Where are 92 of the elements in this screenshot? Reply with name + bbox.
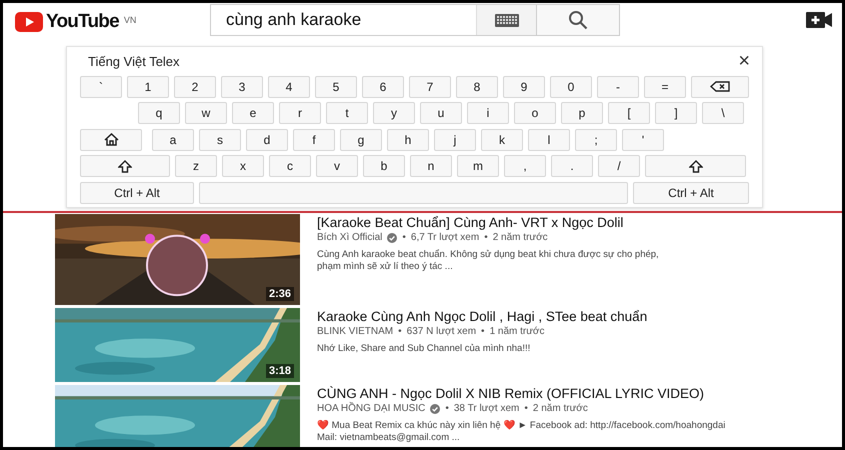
separator-dot: • xyxy=(481,326,485,338)
channel-name[interactable]: Bích Xì Official xyxy=(317,232,382,244)
ctrl-alt-key[interactable]: Ctrl + Alt xyxy=(633,182,749,204)
keyboard-key[interactable]: r xyxy=(279,102,321,124)
keyboard-key[interactable]: - xyxy=(597,76,639,98)
keyboard-key[interactable]: x xyxy=(222,155,264,177)
keyboard-key[interactable]: f xyxy=(293,128,335,150)
keyboard-key[interactable]: d xyxy=(246,128,288,150)
keyboard-key[interactable]: p xyxy=(561,102,603,124)
keyboard-key[interactable]: h xyxy=(387,128,429,150)
keyboard-key[interactable]: l xyxy=(528,128,570,150)
keyboard-key[interactable]: c xyxy=(269,155,311,177)
view-count: 637 N lượt xem xyxy=(406,326,476,338)
keyboard-key[interactable]: ; xyxy=(575,128,617,150)
keyboard-key[interactable]: ] xyxy=(655,102,697,124)
keyboard-key[interactable]: 6 xyxy=(362,76,404,98)
video-description: ❤ Mua Beat Remix ca khúc này xin liên hệ ❤ ► Facebook ad: http://facebook.com/hoahongdai xyxy=(317,420,726,431)
home-key[interactable] xyxy=(80,128,142,150)
keyboard-icon xyxy=(494,14,518,26)
backspace-key[interactable] xyxy=(691,76,749,98)
keyboard-key[interactable]: [ xyxy=(608,102,650,124)
upload-age: 1 năm trước xyxy=(490,326,544,338)
video-description: phạm mình sẽ xử lí theo ý tác ... xyxy=(317,260,454,272)
duration-badge: 3:18 xyxy=(266,364,294,378)
separator-dot: • xyxy=(402,232,406,244)
video-description: Mail: vietnambeats@gmail.com ... xyxy=(317,432,461,444)
backspace-icon xyxy=(710,81,730,92)
upload-age: 2 năm trước xyxy=(532,402,588,415)
view-count: 6,7 Tr lượt xem xyxy=(410,232,480,244)
video-title[interactable]: CÙNG ANH - Ngọc Dolil X NIB Remix (OFFICIAL LYRIC VIDEO) xyxy=(317,386,726,402)
keyboard-key[interactable]: j xyxy=(434,128,476,150)
view-count: 38 Tr lượt xem xyxy=(454,402,520,415)
shift-icon xyxy=(688,160,702,172)
keyboard-key[interactable]: u xyxy=(420,102,462,124)
keyboard-key[interactable]: 3 xyxy=(221,76,263,98)
separator-dot: • xyxy=(445,402,449,415)
keyboard-key[interactable]: 1 xyxy=(127,76,169,98)
separator-dot: • xyxy=(524,402,528,415)
search-button[interactable] xyxy=(536,4,620,36)
channel-name[interactable]: BLINK VIETNAM xyxy=(317,326,394,338)
keyboard-key[interactable]: 4 xyxy=(268,76,310,98)
keyboard-key[interactable]: . xyxy=(551,155,593,177)
keyboard-key[interactable]: v xyxy=(316,155,358,177)
keyboard-key[interactable]: g xyxy=(340,128,382,150)
keyboard-key[interactable]: / xyxy=(598,155,640,177)
keyboard-key[interactable]: e xyxy=(232,102,274,124)
keyboard-key[interactable]: y xyxy=(373,102,415,124)
video-title[interactable]: Karaoke Cùng Anh Ngọc Dolil , Hagi , STee beat chuẩn xyxy=(317,309,648,325)
shift-icon xyxy=(118,160,132,172)
keyboard-key[interactable]: ` xyxy=(80,76,122,98)
keyboard-key[interactable]: 7 xyxy=(409,76,451,98)
ctrl-alt-key[interactable]: Ctrl + Alt xyxy=(80,182,194,204)
duration-badge: 2:36 xyxy=(266,287,294,301)
keyboard-key[interactable]: 9 xyxy=(503,76,545,98)
home-icon xyxy=(104,133,118,146)
keyboard-key[interactable]: s xyxy=(199,128,241,150)
search-field[interactable]: cùng anh karaoke xyxy=(210,4,536,36)
keyboard-key[interactable]: 2 xyxy=(174,76,216,98)
keyboard-key[interactable]: ' xyxy=(622,128,664,150)
keyboard-key[interactable]: z xyxy=(175,155,217,177)
keyboard-key[interactable]: 5 xyxy=(315,76,357,98)
shift-key[interactable] xyxy=(80,155,170,177)
separator-dot: • xyxy=(398,326,402,338)
keyboard-key[interactable]: \ xyxy=(702,102,744,124)
keyboard-key[interactable]: q xyxy=(138,102,180,124)
upload-age: 2 năm trước xyxy=(492,232,548,244)
keyboard-key[interactable]: t xyxy=(326,102,368,124)
keyboard-key[interactable]: w xyxy=(185,102,227,124)
keyboard-key[interactable]: 0 xyxy=(550,76,592,98)
separator-dot: • xyxy=(484,232,488,244)
keyboard-key[interactable]: b xyxy=(363,155,405,177)
logo-text[interactable]: YouTube xyxy=(46,11,119,33)
region-label: VN xyxy=(124,15,136,25)
keyboard-key[interactable]: k xyxy=(481,128,523,150)
keyboard-key[interactable]: a xyxy=(152,128,194,150)
video-description: Cùng Anh karaoke beat chuẩn. Không sử dụng beat khi chưa được sự cho phép, xyxy=(317,248,659,260)
keyboard-key[interactable]: i xyxy=(467,102,509,124)
keyboard-key[interactable]: , xyxy=(504,155,546,177)
play-logo-icon xyxy=(15,12,43,32)
video-description: Nhớ Like, Share and Sub Channel của mình nha!!! xyxy=(317,342,532,354)
keyboard-key[interactable]: n xyxy=(410,155,452,177)
keyboard-key[interactable]: m xyxy=(457,155,499,177)
keyboard-button[interactable] xyxy=(476,5,536,35)
channel-name[interactable]: HOA HỒNG DẠI MUSIC xyxy=(317,402,426,415)
search-icon xyxy=(568,10,588,30)
keyboard-key[interactable]: o xyxy=(514,102,556,124)
keyboard-key[interactable]: = xyxy=(644,76,686,98)
keyboard-key[interactable]: 8 xyxy=(456,76,498,98)
keyboard-title: Tiếng Việt Telex xyxy=(88,54,180,68)
close-button[interactable]: × xyxy=(738,51,750,71)
video-camera-icon[interactable] xyxy=(806,12,832,28)
video-title[interactable]: [Karaoke Beat Chuẩn] Cùng Anh- VRT x Ngọc Dolil xyxy=(317,215,659,231)
